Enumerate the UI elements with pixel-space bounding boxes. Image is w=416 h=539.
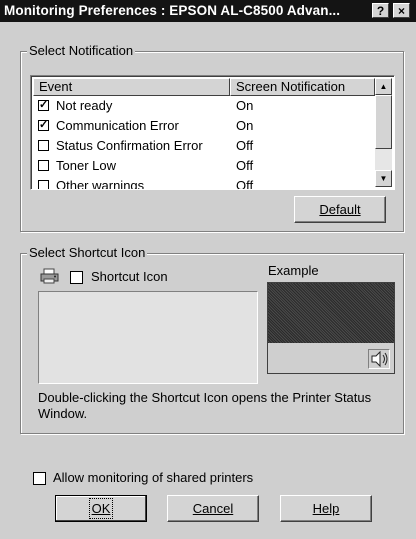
example-tray-icon (368, 349, 390, 369)
list-item[interactable]: Status Confirmation Error Off (33, 136, 375, 156)
row-checkbox[interactable]: ✓ (38, 120, 49, 131)
allow-shared-monitoring-label[interactable]: Allow monitoring of shared printers (53, 470, 253, 485)
ok-button[interactable]: OK (55, 495, 147, 522)
default-button[interactable]: Default (294, 196, 386, 223)
notification-value: On (236, 118, 254, 133)
notification-value: On (236, 98, 254, 113)
select-shortcut-icon-label: Select Shortcut Icon (27, 245, 148, 260)
column-header-event[interactable]: Event (33, 78, 230, 96)
shortcut-icon-preview-area (38, 291, 258, 384)
event-name: Toner Low (56, 158, 116, 173)
example-label: Example (268, 263, 319, 278)
vertical-scrollbar[interactable]: ▲ ▼ (375, 78, 392, 187)
printer-icon (40, 268, 60, 284)
event-name: Communication Error (56, 118, 179, 133)
scroll-up-arrow-icon[interactable]: ▲ (375, 78, 392, 95)
scroll-thumb[interactable] (375, 95, 392, 149)
row-checkbox[interactable] (38, 140, 49, 151)
help-title-button[interactable]: ? (372, 3, 389, 18)
event-name: Other warnings (56, 178, 145, 190)
help-button[interactable]: Help (280, 495, 372, 522)
help-button-label: Help (312, 501, 340, 516)
example-preview (267, 282, 395, 374)
list-item[interactable]: Other warnings Off (33, 176, 375, 190)
allow-shared-monitoring-checkbox[interactable] (33, 472, 46, 485)
list-item[interactable]: Toner Low Off (33, 156, 375, 176)
notification-value: Off (236, 158, 254, 173)
shortcut-description: Double-clicking the Shortcut Icon opens … (38, 390, 372, 421)
column-header-screen-notification[interactable]: Screen Notification (230, 78, 375, 96)
event-name: Not ready (56, 98, 113, 113)
scroll-down-arrow-icon[interactable]: ▼ (375, 170, 392, 187)
shortcut-icon-checkbox-label[interactable]: Shortcut Icon (91, 269, 168, 284)
default-button-label: Default (319, 202, 361, 217)
title-bar: Monitoring Preferences : EPSON AL-C8500 … (0, 0, 416, 22)
example-desktop (268, 283, 394, 343)
ok-button-label: OK (88, 498, 114, 519)
list-item[interactable]: ✓ Not ready On (33, 96, 375, 116)
row-checkbox[interactable]: ✓ (38, 100, 49, 111)
select-notification-label: Select Notification (27, 43, 136, 58)
event-name: Status Confirmation Error (56, 138, 203, 153)
window-title: Monitoring Preferences : EPSON AL-C8500 … (4, 3, 341, 18)
close-button[interactable]: × (393, 3, 410, 18)
row-checkbox[interactable] (38, 180, 49, 189)
shortcut-icon-checkbox[interactable] (70, 271, 83, 284)
notification-value: Off (236, 178, 254, 190)
event-list[interactable]: Event Screen Notification ✓ Not ready On… (30, 75, 395, 190)
cancel-button[interactable]: Cancel (167, 495, 259, 522)
cancel-button-label: Cancel (192, 501, 234, 516)
notification-value: Off (236, 138, 254, 153)
row-checkbox[interactable] (38, 160, 49, 171)
list-header: Event Screen Notification (33, 78, 375, 96)
list-item[interactable]: ✓ Communication Error On (33, 116, 375, 136)
